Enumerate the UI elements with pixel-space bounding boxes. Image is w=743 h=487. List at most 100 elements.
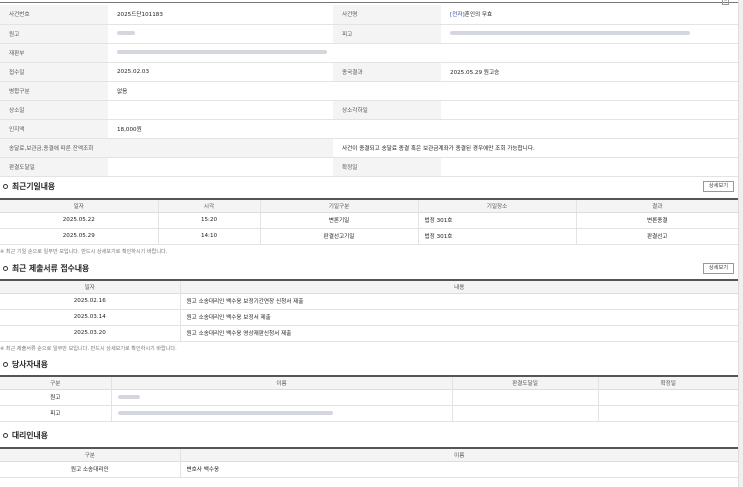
filings-note: ※ 최근 제출서류 순으로 일부만 보입니다. 반드시 상세보기로 확인하시기 … — [0, 346, 177, 352]
column-header: 확정일 — [597, 376, 738, 390]
filing-date-value: 2025.02.03 — [108, 62, 333, 82]
table-cell: 변론기일 — [259, 212, 418, 229]
bullet-icon — [3, 362, 8, 367]
top-border — [0, 2, 738, 3]
table-row: 2025.05.29 14:10 판결선고기일 법정 301호 판결선고 — [0, 228, 738, 245]
table-row: 피고 — [0, 405, 738, 422]
table-cell: 변호사 백수웅 — [179, 461, 738, 478]
section-title: 최근기일내용 — [12, 182, 56, 191]
table-row: 2025.02.16 원고 소송대리인 백수웅 보정기간연장 신청서 제출 — [0, 293, 738, 310]
table-cell — [451, 405, 598, 422]
filings-table: 일자 내용 2025.02.16 원고 소송대리인 백수웅 보정기간연장 신청서… — [0, 279, 738, 342]
plaintiff-label: 원고 — [0, 24, 108, 44]
table-cell: 원고 소송대리인 백수웅 보정기간연장 신청서 제출 — [179, 293, 738, 310]
column-header: 결과 — [575, 199, 738, 213]
appeal-date-label: 상소일 — [0, 100, 108, 120]
table-cell: 2025.03.14 — [0, 309, 180, 326]
section-title: 최근 제출서류 접수내용 — [12, 264, 90, 273]
table-row: 원고 소송대리인 변호사 백수웅 — [0, 461, 738, 478]
scrollbar[interactable] — [738, 0, 743, 487]
filings-section-header: 최근 제출서류 접수내용 상세보기 — [0, 263, 738, 275]
hearings-note: ※ 최근 기일 순으로 일부만 보입니다. 반드시 상세보기로 확인하시기 바랍… — [0, 249, 168, 255]
judgment-delivery-value — [108, 157, 333, 177]
party-name-cell — [110, 389, 452, 406]
column-header: 시각 — [157, 199, 260, 213]
appeal-dismissal-value — [441, 100, 738, 120]
table-row: 원고 — [0, 389, 738, 406]
column-header: 구분 — [0, 448, 180, 462]
column-header: 이름 — [179, 448, 738, 462]
column-header: 기일구분 — [259, 199, 418, 213]
case-info-table: 사건번호 2025드단101183 사건명 [전자]혼인의 무효 원고 피고 재… — [0, 5, 738, 177]
case-detail-page: ^ 사건번호 2025드단101183 사건명 [전자]혼인의 무효 원고 피고… — [0, 0, 738, 487]
stamp-fee-value: 18,000원 — [108, 119, 333, 139]
appeal-date-value — [108, 100, 333, 120]
table-cell — [597, 405, 738, 422]
filings-detail-button[interactable]: 상세보기 — [702, 263, 734, 274]
hearings-section-header: 최근기일내용 상세보기 — [0, 181, 738, 193]
column-header: 구분 — [0, 376, 111, 390]
case-info-row: 사건번호 2025드단101183 사건명 [전자]혼인의 무효 — [0, 5, 738, 25]
table-cell: 원고 — [0, 389, 111, 406]
redacted-text — [117, 50, 327, 54]
stamp-fee-label: 인지액 — [0, 119, 108, 139]
case-name-label: 사건명 — [333, 5, 441, 25]
table-cell: 14:10 — [157, 228, 260, 245]
filing-date-label: 접수일 — [0, 62, 108, 82]
court-division-label: 재판부 — [0, 43, 108, 63]
redacted-text — [117, 394, 140, 399]
representatives-table: 구분 이름 원고 소송대리인 변호사 백수웅 — [0, 447, 738, 478]
case-info-row: 병합구분 없음 — [0, 81, 738, 101]
case-info-row: 송달료,보관금,종결에 따른 잔액조회 사건이 종결되고 송달료 종결 혹은 보… — [0, 138, 738, 158]
table-cell: 원고 소송대리인 백수웅 보정서 제출 — [179, 309, 738, 326]
case-name-value: [전자]혼인의 무효 — [441, 5, 738, 25]
table-cell: 법정 301호 — [417, 212, 576, 229]
balance-inquiry-notice: 사건이 종결되고 송달료 종결 혹은 보관금계좌가 종결된 경우에만 조회 가능… — [333, 138, 738, 158]
judgment-delivery-label: 판결도달일 — [0, 157, 108, 177]
case-number-value: 2025드단101183 — [108, 5, 333, 25]
case-info-row: 재판부 — [0, 43, 738, 63]
table-cell — [597, 389, 738, 406]
bullet-icon — [3, 184, 8, 189]
table-cell: 2025.05.22 — [0, 212, 158, 229]
column-header: 이름 — [110, 376, 452, 390]
balance-inquiry-label: 송달료,보관금,종결에 따른 잔액조회 — [0, 138, 333, 158]
defendant-value — [441, 24, 738, 44]
final-result-value: 2025.05.29 원고승 — [441, 62, 738, 82]
plaintiff-value — [108, 24, 333, 44]
table-row: 2025.05.22 15:20 변론기일 법정 301호 변론종결 — [0, 212, 738, 229]
parties-table: 구분 이름 판결도달일 확정일 원고 피고 — [0, 375, 738, 422]
defendant-label: 피고 — [333, 24, 441, 44]
hearings-detail-button[interactable]: 상세보기 — [702, 181, 734, 192]
table-cell: 판결선고 — [575, 228, 738, 245]
case-info-row: 상소일 상소각하일 — [0, 100, 738, 120]
case-info-row: 접수일 2025.02.03 종국결과 2025.05.29 원고승 — [0, 62, 738, 82]
appeal-dismissal-label: 상소각하일 — [333, 100, 441, 120]
column-header: 내용 — [179, 280, 738, 294]
column-header: 판결도달일 — [451, 376, 598, 390]
table-cell: 2025.05.29 — [0, 228, 158, 245]
parties-section-header: 당사자내용 — [0, 359, 738, 371]
finalization-date-label: 확정일 — [333, 157, 441, 177]
hearings-table: 일자 시각 기일구분 기일장소 결과 2025.05.22 15:20 변론기일… — [0, 198, 738, 245]
column-header: 기일장소 — [417, 199, 576, 213]
table-cell: 2025.02.16 — [0, 293, 180, 310]
column-header: 일자 — [0, 199, 158, 213]
merge-type-label: 병합구분 — [0, 81, 108, 101]
electronic-case-tag[interactable]: [전자] — [450, 12, 465, 18]
column-header: 일자 — [0, 280, 180, 294]
table-cell: 판결선고기일 — [259, 228, 418, 245]
finalization-date-value — [441, 157, 738, 177]
bullet-icon — [3, 266, 8, 271]
case-info-row: 판결도달일 확정일 — [0, 157, 738, 177]
table-cell — [451, 389, 598, 406]
table-cell: 법정 301호 — [417, 228, 576, 245]
bullet-icon — [3, 433, 8, 438]
final-result-label: 종국결과 — [333, 62, 441, 82]
section-title: 대리인내용 — [12, 431, 48, 440]
table-cell: 피고 — [0, 405, 111, 422]
table-cell: 원고 소송대리인 백수웅 영상재판신청서 제출 — [179, 325, 738, 342]
redacted-text — [117, 410, 333, 415]
table-row: 2025.03.20 원고 소송대리인 백수웅 영상재판신청서 제출 — [0, 325, 738, 342]
table-cell: 원고 소송대리인 — [0, 461, 180, 478]
